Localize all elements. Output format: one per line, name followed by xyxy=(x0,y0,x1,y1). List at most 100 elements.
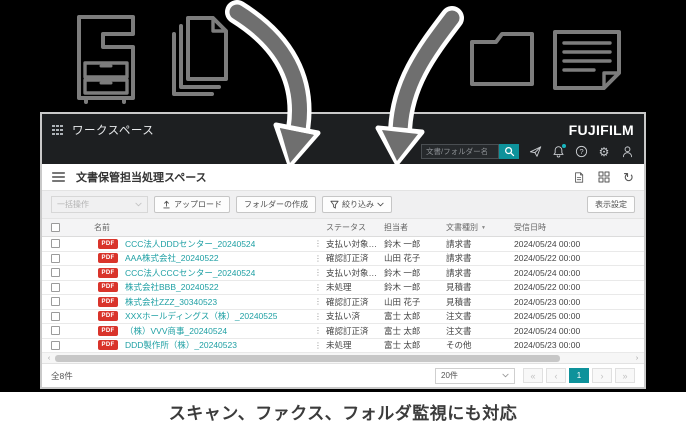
row-menu-kebab-icon[interactable]: ⋮ xyxy=(310,312,326,321)
column-header-status[interactable]: ステータス xyxy=(326,222,384,233)
table-row[interactable]: PDF 株式会社BBB_20240522 ⋮ 未処理 鈴木 一郎 見積書 202… xyxy=(42,280,644,295)
table-row[interactable]: PDF （株）VVV商事_20240524 ⋮ 確認訂正済 富士 太郎 注文書 … xyxy=(42,324,644,339)
notification-dot xyxy=(562,143,566,148)
pdf-file-icon: PDF xyxy=(98,282,118,293)
search-bar xyxy=(421,144,519,159)
file-name-link[interactable]: CCC法人DDDセンター_20240524 xyxy=(125,238,255,250)
file-name-link[interactable]: CCC法人CCCセンター_20240524 xyxy=(125,267,255,279)
select-all-checkbox[interactable] xyxy=(51,223,60,232)
row-doctype: 請求書 xyxy=(446,253,472,264)
grid-view-icon[interactable] xyxy=(598,171,610,183)
display-settings-button[interactable]: 表示設定 xyxy=(587,196,635,213)
scroll-right-icon[interactable]: › xyxy=(633,354,641,363)
search-button[interactable] xyxy=(499,144,519,159)
horizontal-scrollbar[interactable]: ‹ › xyxy=(42,353,644,364)
toolbar: 一括操作 アップロード フォルダーの作成 絞り込み 表示設定 xyxy=(42,191,644,219)
row-doctype: 注文書 xyxy=(446,325,472,336)
row-menu-kebab-icon[interactable]: ⋮ xyxy=(310,297,326,306)
next-page-button[interactable]: › xyxy=(592,368,612,383)
current-page-button[interactable]: 1 xyxy=(569,368,589,383)
caption-text: スキャン、ファクス、フォルダ監視にも対応 xyxy=(168,404,518,423)
row-menu-kebab-icon[interactable]: ⋮ xyxy=(310,283,326,292)
row-assignee: 鈴木 一郎 xyxy=(384,267,421,278)
row-status: 未処理 xyxy=(326,282,352,293)
row-menu-kebab-icon[interactable]: ⋮ xyxy=(310,268,326,277)
row-checkbox[interactable] xyxy=(51,253,60,263)
row-received: 2024/05/23 00:00 xyxy=(514,340,581,351)
bulk-action-label: 一括操作 xyxy=(57,200,89,209)
file-name-link[interactable]: AAA株式会社_20240522 xyxy=(125,252,219,264)
table-row[interactable]: PDF CCC法人CCCセンター_20240524 ⋮ 支払い対象… 鈴木 一郎… xyxy=(42,266,644,281)
row-menu-kebab-icon[interactable]: ⋮ xyxy=(310,326,326,335)
first-page-button[interactable]: « xyxy=(523,368,543,383)
filter-label: 絞り込み xyxy=(342,200,374,209)
send-icon[interactable] xyxy=(528,145,542,159)
file-name-link[interactable]: 株式会社ZZZ_30340523 xyxy=(125,296,217,308)
file-name-link[interactable]: XXXホールディングス（株）_20240525 xyxy=(125,310,277,322)
app-title: ワークスペース xyxy=(72,125,155,137)
upload-button[interactable]: アップロード xyxy=(154,196,230,213)
page-size-select[interactable]: 20件 xyxy=(435,367,515,384)
row-checkbox[interactable] xyxy=(51,268,60,278)
row-checkbox[interactable] xyxy=(51,326,60,336)
upload-label: アップロード xyxy=(174,200,222,209)
table-row[interactable]: PDF CCC法人DDDセンター_20240524 ⋮ 支払い対象… 鈴木 一郎… xyxy=(42,237,644,252)
bulk-action-select[interactable]: 一括操作 xyxy=(51,196,148,213)
row-menu-kebab-icon[interactable]: ⋮ xyxy=(310,254,326,263)
row-checkbox[interactable] xyxy=(51,340,60,350)
space-title: 文書保管担当処理スペース xyxy=(76,172,207,184)
row-doctype: 請求書 xyxy=(446,238,472,249)
app-launcher-icon[interactable] xyxy=(52,124,63,136)
row-received: 2024/05/22 00:00 xyxy=(514,253,581,264)
table-row[interactable]: PDF XXXホールディングス（株）_20240525 ⋮ 支払い済 富士 太郎… xyxy=(42,309,644,324)
create-folder-button[interactable]: フォルダーの作成 xyxy=(236,196,316,213)
fujifilm-logo: FUJIFILM xyxy=(568,122,634,138)
notifications-bell-icon[interactable] xyxy=(551,143,566,159)
copier-icon xyxy=(72,14,140,104)
page-size-value: 20件 xyxy=(441,371,458,380)
folder-icon xyxy=(468,30,536,88)
filter-button[interactable]: 絞り込み xyxy=(322,196,392,213)
column-header-name[interactable]: 名前 xyxy=(80,222,310,233)
row-checkbox[interactable] xyxy=(51,282,60,292)
pagination: « ‹ 1 › » xyxy=(523,368,635,383)
column-header-doctype[interactable]: 文書種別 ▼ xyxy=(446,222,514,233)
file-name-link[interactable]: 株式会社BBB_20240522 xyxy=(125,281,219,293)
display-settings-label: 表示設定 xyxy=(595,200,627,209)
row-checkbox[interactable] xyxy=(51,239,60,249)
row-checkbox[interactable] xyxy=(51,297,60,307)
row-received: 2024/05/24 00:00 xyxy=(514,325,581,336)
column-header-assignee[interactable]: 担当者 xyxy=(384,222,446,233)
row-menu-kebab-icon[interactable]: ⋮ xyxy=(310,239,326,248)
menu-hamburger-icon[interactable] xyxy=(52,172,65,182)
file-name-link[interactable]: DDD製作所（株）_20240523 xyxy=(125,339,237,351)
scrollbar-track[interactable] xyxy=(53,354,633,362)
row-assignee: 富士 太郎 xyxy=(384,311,421,322)
documents-stack-icon xyxy=(168,16,232,98)
search-input[interactable] xyxy=(421,144,499,159)
scroll-left-icon[interactable]: ‹ xyxy=(45,354,53,363)
row-doctype: 注文書 xyxy=(446,311,472,322)
table-row[interactable]: PDF DDD製作所（株）_20240523 ⋮ 未処理 富士 太郎 その他 2… xyxy=(42,338,644,353)
prev-page-button[interactable]: ‹ xyxy=(546,368,566,383)
help-icon[interactable]: ? xyxy=(574,145,588,159)
row-assignee: 富士 太郎 xyxy=(384,325,421,336)
row-menu-kebab-icon[interactable]: ⋮ xyxy=(310,341,326,350)
table-row[interactable]: PDF 株式会社ZZZ_30340523 ⋮ 確認訂正済 山田 花子 見積書 2… xyxy=(42,295,644,310)
settings-gear-icon[interactable]: ⚙ xyxy=(597,145,611,159)
file-name-link[interactable]: （株）VVV商事_20240524 xyxy=(125,325,227,337)
row-doctype: 請求書 xyxy=(446,267,472,278)
table-row[interactable]: PDF AAA株式会社_20240522 ⋮ 確認訂正済 山田 花子 請求書 2… xyxy=(42,251,644,266)
pdf-file-icon: PDF xyxy=(98,238,118,249)
scrollbar-thumb[interactable] xyxy=(55,354,560,362)
pdf-file-icon: PDF xyxy=(98,340,118,351)
row-assignee: 鈴木 一郎 xyxy=(384,238,421,249)
row-checkbox[interactable] xyxy=(51,311,60,321)
document-view-icon[interactable] xyxy=(573,171,585,184)
table-footer: 全8件 20件 « ‹ 1 › » xyxy=(42,364,644,387)
column-header-received[interactable]: 受信日時 xyxy=(514,222,644,233)
last-page-button[interactable]: » xyxy=(615,368,635,383)
user-profile-icon[interactable] xyxy=(620,145,634,159)
refresh-icon[interactable]: ↻ xyxy=(623,171,634,184)
row-received: 2024/05/22 00:00 xyxy=(514,282,581,293)
